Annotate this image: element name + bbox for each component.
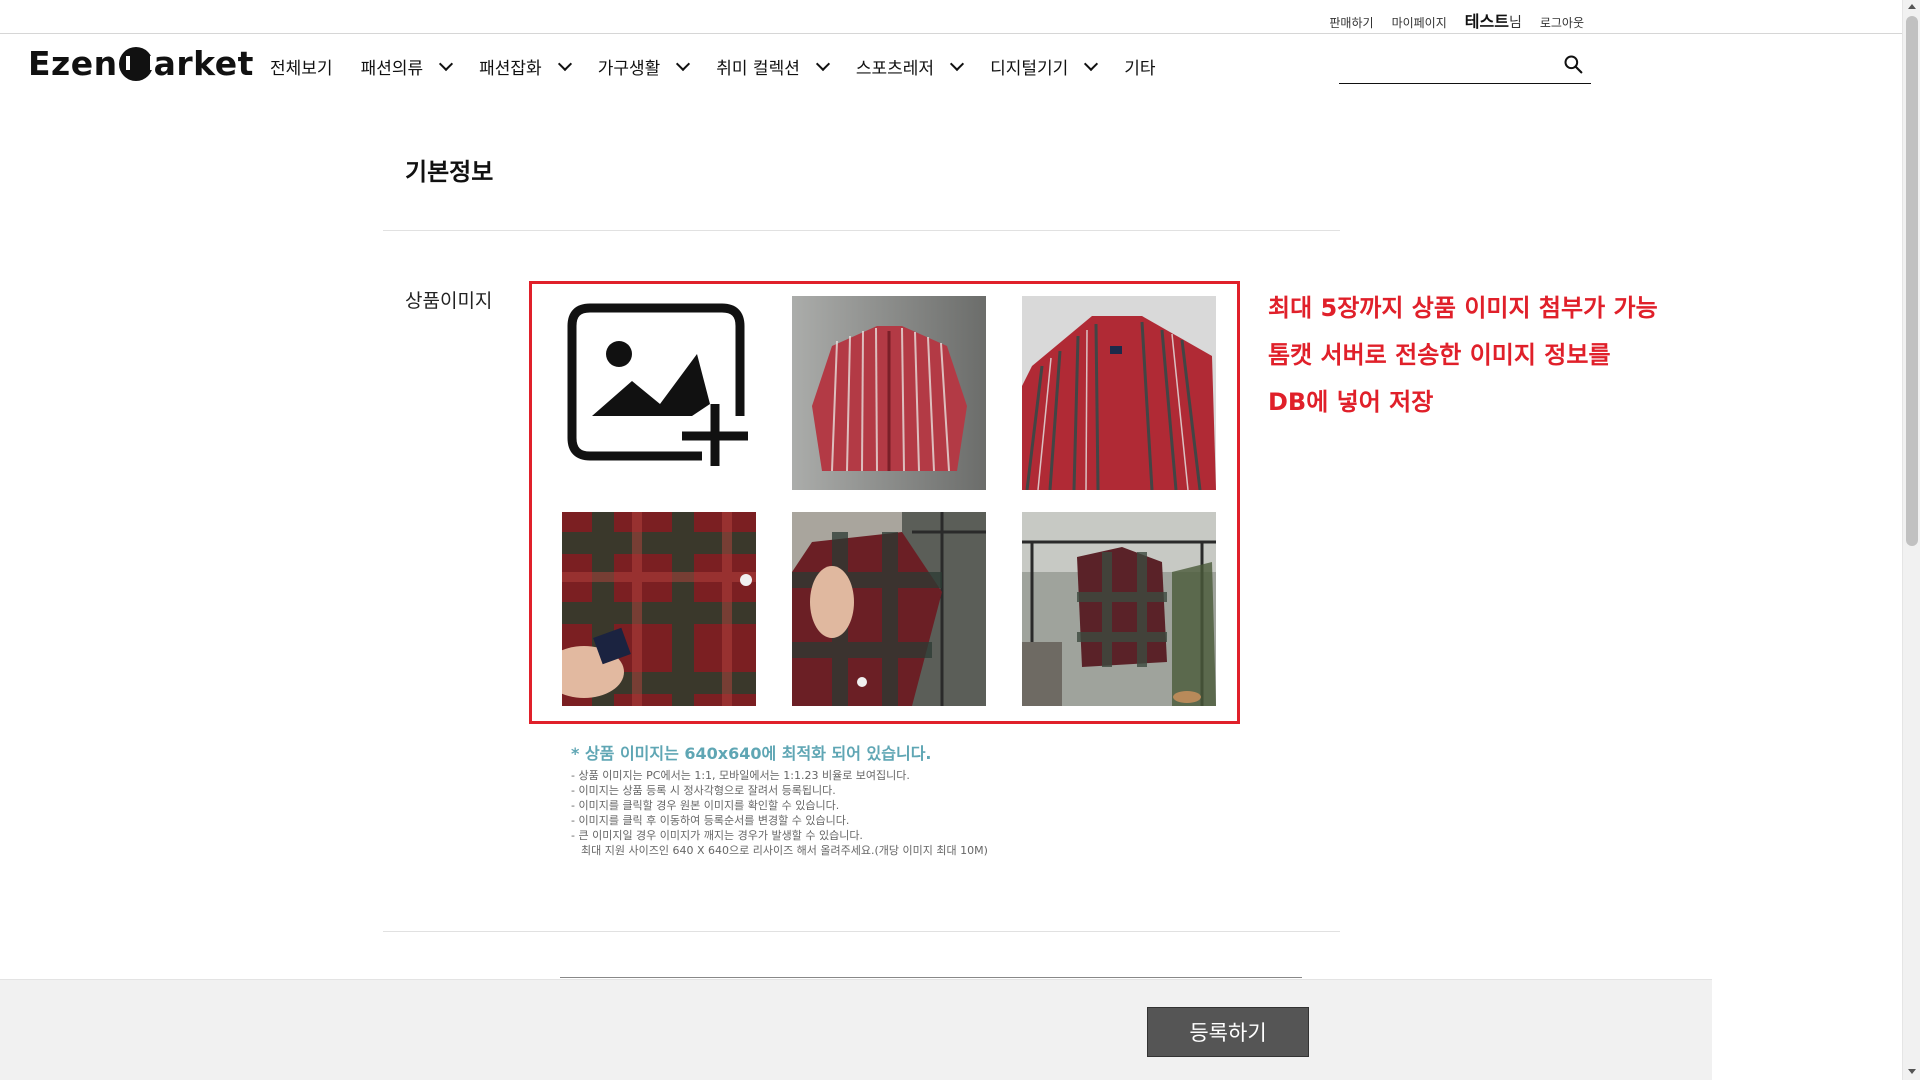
- add-image-button[interactable]: [562, 296, 756, 490]
- logout-link[interactable]: 로그아웃: [1540, 14, 1584, 31]
- guideline-line: - 상품 이미지는 PC에서는 1:1, 모바일에서는 1:1.23 비율로 보…: [571, 769, 910, 782]
- product-image-thumb[interactable]: [1022, 296, 1216, 490]
- logo-m-mark-icon: [118, 46, 154, 81]
- add-image-icon: [567, 303, 748, 466]
- search-input[interactable]: [1339, 48, 1539, 82]
- user-name: 테스트: [1464, 12, 1509, 31]
- plaid-shirt-rack-photo: [1022, 512, 1216, 706]
- section-divider-top: [383, 230, 1340, 231]
- guideline-line: 최대 지원 사이즈인 640 X 640으로 리사이즈 해서 올려주세요.(개당…: [581, 844, 988, 857]
- product-image-thumb[interactable]: [792, 512, 986, 706]
- register-button[interactable]: 등록하기: [1147, 1007, 1309, 1057]
- mypage-link[interactable]: 마이페이지: [1392, 14, 1447, 31]
- nav-item-fashion-clothing[interactable]: 패션의류: [360, 54, 454, 79]
- guidelines-title: * 상품 이미지는 640x640에 최적화 되어 있습니다.: [571, 744, 932, 763]
- shirt-closeup-photo: [1022, 296, 1216, 490]
- chevron-down-icon: [949, 56, 965, 71]
- scrollbar-thumb[interactable]: [1906, 16, 1918, 546]
- header: Ezen arket 전체보기 패션의류 패션잡화 가구생활 취미 컬렉션 스포…: [0, 34, 1902, 96]
- user-suffix: 님: [1508, 15, 1522, 31]
- utility-links: 판매하기 마이페이지 테스트님 로그아웃: [1329, 8, 1584, 32]
- guideline-line: - 이미지는 상품 등록 시 정사각형으로 잘려서 등록됩니다.: [571, 784, 836, 797]
- nav-item-fashion-goods[interactable]: 패션잡화: [479, 54, 572, 79]
- annotation-line: DB에 넣어 저장: [1268, 388, 1434, 416]
- section-title: 기본정보: [405, 158, 494, 186]
- logo[interactable]: Ezen arket: [28, 44, 254, 83]
- nav-item-hobby-collection[interactable]: 취미 컬렉션: [716, 54, 830, 79]
- scroll-down-arrow-icon[interactable]: [1908, 1069, 1916, 1074]
- annotation-text: 최대 5장까지 상품 이미지 첨부가 가능 톰캣 서버로 전송한 이미지 정보를…: [1268, 285, 1658, 426]
- user-greeting: 테스트님: [1465, 8, 1522, 32]
- product-image-grid: [529, 281, 1240, 724]
- product-image-label: 상품이미지: [405, 290, 493, 312]
- section-divider-bottom: [383, 931, 1340, 932]
- chevron-down-icon: [676, 56, 691, 71]
- nav-item-label: 가구생활: [597, 59, 661, 79]
- sell-link[interactable]: 판매하기: [1329, 14, 1373, 31]
- chevron-down-icon: [557, 56, 572, 71]
- nav-item-label: 패션잡화: [479, 59, 542, 79]
- product-image-thumb[interactable]: [562, 512, 756, 706]
- nav-item-all[interactable]: 전체보기: [270, 54, 333, 79]
- nav-item-label: 디지털기기: [990, 59, 1069, 79]
- bottom-action-bar: [0, 979, 1712, 1080]
- logo-text-left: Ezen: [28, 44, 118, 83]
- image-guidelines: * 상품 이미지는 640x640에 최적화 되어 있습니다. - 상품 이미지…: [571, 740, 988, 858]
- nav-item-digital[interactable]: 디지털기기: [990, 54, 1099, 79]
- guideline-line: - 이미지를 클릭할 경우 원본 이미지를 확인할 수 있습니다.: [571, 799, 840, 812]
- nav-item-furniture-living[interactable]: 가구생활: [597, 54, 691, 79]
- plaid-shirt-hanger-photo: [792, 512, 986, 706]
- search-icon[interactable]: [1563, 54, 1583, 74]
- bottom-field-line: [560, 977, 1302, 978]
- nav-item-label: 취미 컬렉션: [716, 59, 800, 79]
- nav-item-label: 전체보기: [270, 59, 333, 79]
- annotation-line: 톰캣 서버로 전송한 이미지 정보를: [1268, 341, 1611, 369]
- chevron-down-icon: [815, 56, 830, 71]
- annotation-line: 최대 5장까지 상품 이미지 첨부가 가능: [1268, 294, 1658, 322]
- nav-item-sports-leisure[interactable]: 스포츠레저: [855, 54, 965, 79]
- guideline-line: - 큰 이미지일 경우 이미지가 깨지는 경우가 발생할 수 있습니다.: [571, 829, 863, 842]
- search-box: [1339, 48, 1591, 84]
- product-image-thumb[interactable]: [792, 296, 986, 490]
- product-image-thumb[interactable]: [1022, 512, 1216, 706]
- nav-item-label: 스포츠레저: [855, 59, 935, 79]
- nav-item-etc[interactable]: 기타: [1124, 54, 1155, 79]
- logo-text-right: arket: [153, 44, 254, 83]
- vertical-scrollbar[interactable]: [1902, 0, 1920, 1080]
- nav-item-label: 패션의류: [360, 59, 424, 79]
- guideline-line: - 이미지를 클릭 후 이동하여 등록순서를 변경할 수 있습니다.: [571, 814, 850, 827]
- nav-item-label: 기타: [1124, 59, 1156, 79]
- utility-bar: 판매하기 마이페이지 테스트님 로그아웃: [0, 0, 1902, 34]
- shirt-photo: [792, 296, 986, 490]
- chevron-down-icon: [1084, 56, 1099, 71]
- plaid-shirt-label-photo: [562, 512, 756, 706]
- chevron-down-icon: [439, 56, 454, 71]
- scroll-up-arrow-icon[interactable]: [1908, 4, 1916, 9]
- main-nav: 전체보기 패션의류 패션잡화 가구생활 취미 컬렉션 스포츠레저 디지털기기 기…: [270, 54, 1184, 79]
